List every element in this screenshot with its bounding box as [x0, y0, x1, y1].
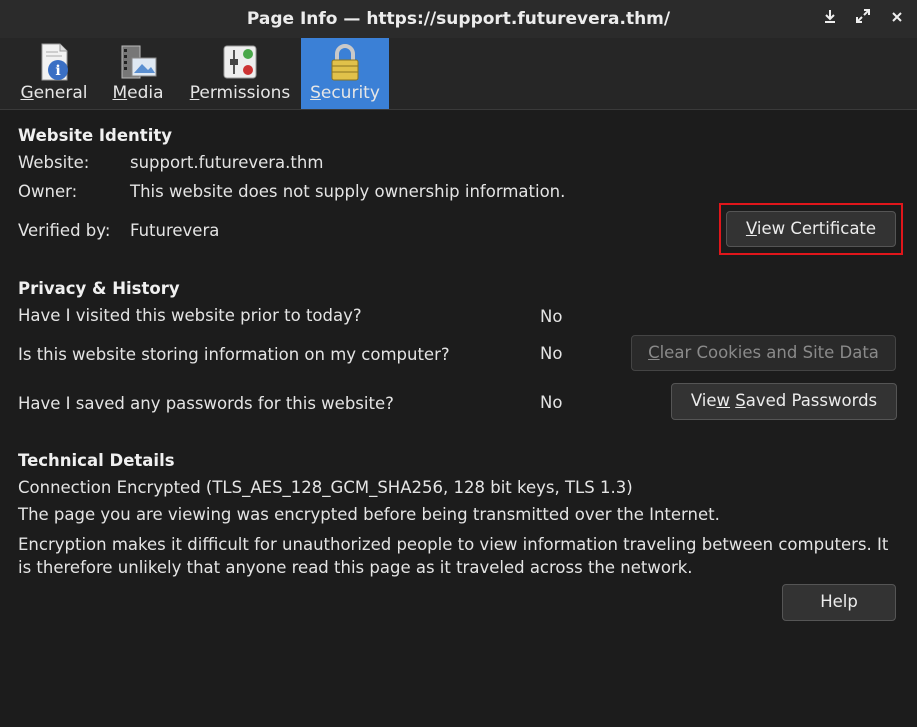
svg-text:i: i	[55, 63, 60, 79]
website-value: support.futurevera.thm	[130, 153, 324, 172]
encrypted-transmission-text: The page you are viewing was encrypted b…	[18, 505, 720, 524]
window-title: Page Info — https://support.futurevera.t…	[246, 9, 671, 29]
tab-media-mnemonic: M	[112, 83, 128, 103]
tab-permissions-label: ermissions	[199, 83, 291, 103]
tab-general-mnemonic: G	[20, 83, 34, 103]
view-saved-passwords-button[interactable]: View Saved Passwords	[671, 383, 897, 420]
verified-by-label: Verified by:	[18, 221, 111, 240]
tab-security[interactable]: Security	[301, 38, 389, 109]
download-icon[interactable]	[819, 8, 841, 30]
technical-details-heading: Technical Details	[18, 451, 175, 470]
visited-answer: No	[540, 307, 563, 326]
view-saved-passwords-mnemonic-2: S	[735, 391, 746, 410]
maximize-icon[interactable]	[852, 8, 874, 30]
visited-question: Have I visited this website prior to tod…	[18, 306, 362, 325]
view-saved-passwords-mnemonic: w	[716, 391, 731, 410]
view-saved-passwords-label-end: aved Passwords	[745, 391, 878, 410]
encryption-explanation-text: Encryption makes it difficult for unauth…	[18, 535, 889, 577]
tab-general[interactable]: i General	[16, 38, 92, 109]
padlock-icon	[325, 42, 365, 82]
connection-encrypted-text: Connection Encrypted (TLS_AES_128_GCM_SH…	[18, 478, 633, 497]
verified-by-value: Futurevera	[130, 221, 220, 240]
view-certificate-button[interactable]: View Certificate	[726, 211, 896, 247]
tab-media[interactable]: Media	[108, 38, 168, 109]
view-saved-passwords-label-start: Vie	[690, 391, 717, 410]
passwords-answer: No	[540, 393, 563, 412]
view-certificate-mnemonic: V	[745, 219, 757, 238]
close-icon[interactable]	[886, 8, 908, 30]
view-certificate-label: iew Certificate	[756, 219, 877, 238]
website-identity-heading: Website Identity	[18, 126, 172, 145]
storing-answer: No	[540, 344, 563, 363]
clear-cookies-mnemonic: C	[648, 343, 660, 362]
owner-label: Owner:	[18, 182, 78, 201]
tab-permissions-mnemonic: P	[189, 83, 200, 103]
clear-cookies-label: lear Cookies and Site Data	[659, 343, 879, 362]
clear-cookies-button[interactable]: Clear Cookies and Site Data	[631, 335, 896, 371]
help-button[interactable]: Help	[782, 584, 896, 621]
tab-media-label: edia	[127, 83, 164, 103]
owner-value: This website does not supply ownership i…	[130, 182, 566, 201]
storing-question: Is this website storing information on m…	[18, 345, 450, 364]
privacy-history-heading: Privacy & History	[18, 279, 180, 298]
tab-permissions[interactable]: Permissions	[186, 38, 294, 109]
document-info-icon: i	[34, 42, 74, 82]
website-label: Website:	[18, 153, 90, 172]
tab-security-label: ecurity	[320, 83, 380, 103]
tab-security-mnemonic: S	[310, 83, 321, 103]
permissions-icon	[220, 42, 260, 82]
title-bar: Page Info — https://support.futurevera.t…	[0, 0, 917, 39]
tab-toolbar: i General Media Permissions Security	[0, 38, 917, 110]
media-icon	[118, 42, 158, 82]
passwords-question: Have I saved any passwords for this webs…	[18, 394, 394, 413]
tab-general-label: eneral	[33, 83, 88, 103]
